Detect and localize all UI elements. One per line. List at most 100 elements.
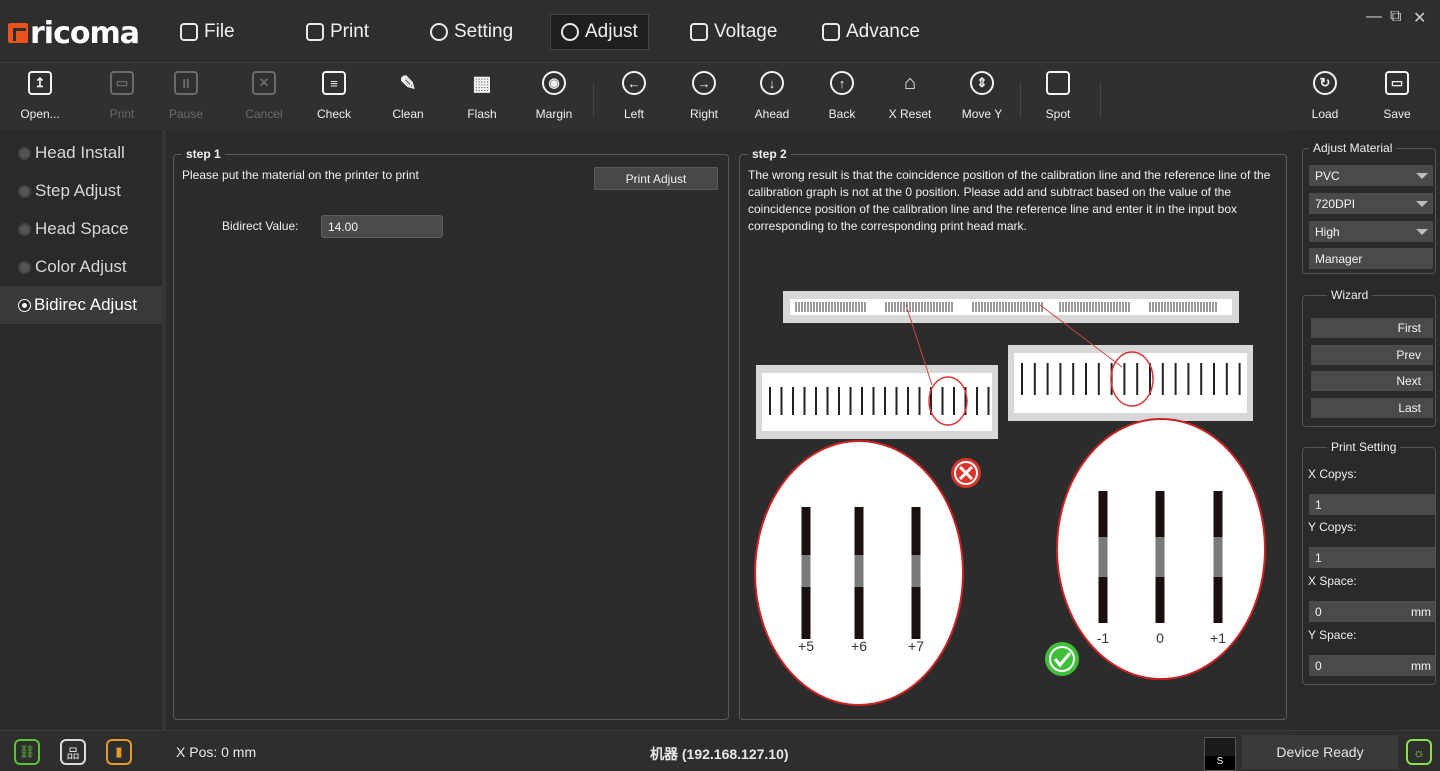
- error-x-icon: [951, 458, 981, 488]
- right-label: Right: [689, 107, 718, 121]
- x-reset-label: X Reset: [888, 107, 932, 121]
- back-button[interactable]: ↑ Back: [814, 71, 870, 129]
- battery-icon: [690, 23, 708, 41]
- flash-grid-icon: ▦: [472, 72, 492, 95]
- menu-voltage[interactable]: Voltage: [690, 14, 777, 50]
- spot-icon: [1046, 71, 1070, 95]
- cancel-button[interactable]: ✕ Cancel: [236, 71, 292, 129]
- manager-button[interactable]: Manager: [1309, 248, 1433, 269]
- y-space-input[interactable]: 0 mm: [1309, 655, 1435, 676]
- nav-step-adjust[interactable]: Step Adjust: [0, 172, 162, 210]
- wrong-label-1: +5: [798, 638, 814, 654]
- resolution-value: 720DPI: [1315, 196, 1356, 211]
- material-select[interactable]: PVC: [1309, 165, 1433, 186]
- left-button[interactable]: ← Left: [606, 71, 662, 129]
- menu-advance[interactable]: Advance: [822, 14, 920, 50]
- manager-label: Manager: [1315, 251, 1363, 266]
- x-copys-input[interactable]: 1: [1309, 494, 1435, 515]
- reload-icon: ↻: [1313, 71, 1337, 95]
- arrow-right-icon: →: [692, 71, 716, 95]
- file-icon: [180, 23, 198, 41]
- menu-setting[interactable]: Setting: [430, 14, 513, 50]
- wizard-last-button[interactable]: Last: [1311, 398, 1433, 418]
- menu-adjust[interactable]: Adjust: [550, 14, 649, 50]
- wizard-prev-button[interactable]: Prev: [1311, 345, 1433, 365]
- material-value: PVC: [1315, 168, 1340, 183]
- clean-label: Clean: [392, 107, 424, 121]
- print-setting-group: Print Setting X Copys: 1 Y Copys: 1 X Sp…: [1302, 440, 1436, 685]
- nav-head-install[interactable]: Head Install: [0, 134, 162, 172]
- flash-label: Flash: [467, 107, 497, 121]
- toolbar-separator: [593, 83, 594, 117]
- spot-button[interactable]: Spot: [1030, 71, 1086, 129]
- nav-head-space[interactable]: Head Space: [0, 210, 162, 248]
- ink-level-label: S: [1205, 756, 1235, 770]
- resolution-select[interactable]: 720DPI: [1309, 193, 1433, 214]
- right-strip-inner: [1014, 353, 1247, 413]
- margin-button[interactable]: ◉ Margin: [524, 71, 584, 129]
- connection-icon[interactable]: ⛓: [14, 739, 40, 765]
- main-content: step 1 Please put the material on the pr…: [166, 130, 1294, 730]
- margin-label: Margin: [535, 107, 573, 121]
- logo-text: ricoma: [30, 15, 140, 51]
- pause-button[interactable]: II Pause: [164, 71, 208, 129]
- nav-bidirec-adjust[interactable]: Bidirec Adjust: [0, 286, 162, 324]
- nav-color-adjust[interactable]: Color Adjust: [0, 248, 162, 286]
- cancel-icon: ✕: [252, 71, 276, 95]
- app-logo: ricoma: [8, 15, 140, 51]
- adjust-material-title: Adjust Material: [1309, 141, 1397, 155]
- wizard-next-button[interactable]: Next: [1311, 371, 1433, 391]
- x-reset-button[interactable]: ⌂ X Reset: [880, 71, 940, 129]
- save-icon: ▭: [1385, 71, 1409, 95]
- move-y-label: Move Y: [961, 107, 1003, 121]
- menu-advance-label: Advance: [846, 21, 920, 42]
- quality-select[interactable]: High: [1309, 221, 1433, 242]
- close-button[interactable]: ✕: [1413, 8, 1426, 28]
- printer-icon: ▭: [110, 71, 134, 95]
- print-setting-title: Print Setting: [1327, 440, 1401, 454]
- step1-instruction: Please put the material on the printer t…: [182, 168, 419, 182]
- home-icon: ⌂: [903, 71, 917, 94]
- menu-file-label: File: [204, 21, 235, 42]
- open-button[interactable]: ↥ Open...: [10, 71, 70, 129]
- y-copys-input[interactable]: 1: [1309, 547, 1435, 568]
- y-copys-label: Y Copys:: [1308, 520, 1357, 534]
- light-bulb-icon[interactable]: ☼: [1406, 739, 1432, 765]
- broom-icon: ✎: [399, 72, 417, 95]
- arrow-up-icon: ↑: [830, 71, 854, 95]
- ahead-label: Ahead: [754, 107, 790, 121]
- check-button[interactable]: ≡ Check: [306, 71, 362, 129]
- arrow-down-icon: ↓: [760, 71, 784, 95]
- menu-file[interactable]: File: [180, 14, 235, 50]
- flash-button[interactable]: ▦ Flash: [454, 71, 510, 129]
- menu-print[interactable]: Print: [306, 14, 369, 50]
- y-copys-value: 1: [1315, 550, 1322, 565]
- chevron-down-icon: [1416, 173, 1428, 179]
- check-report-icon: ≡: [322, 71, 346, 95]
- restore-button[interactable]: ⧉: [1390, 8, 1401, 26]
- clean-button[interactable]: ✎ Clean: [380, 71, 436, 129]
- x-space-unit: mm: [1411, 604, 1431, 619]
- x-space-input[interactable]: 0 mm: [1309, 601, 1435, 622]
- load-button[interactable]: ↻ Load: [1300, 71, 1350, 129]
- print-adjust-button[interactable]: Print Adjust: [594, 167, 718, 190]
- x-space-label: X Space:: [1308, 574, 1357, 588]
- move-y-button[interactable]: ⇕ Move Y: [952, 71, 1012, 129]
- chevron-down-icon: [1416, 229, 1428, 235]
- step2-instructions: The wrong result is that the coincidence…: [748, 168, 1271, 233]
- bidirect-value-label: Bidirect Value:: [222, 219, 299, 233]
- save-label: Save: [1383, 107, 1411, 121]
- print-button[interactable]: ▭ Print: [96, 71, 148, 129]
- x-copys-value: 1: [1315, 497, 1322, 512]
- network-icon[interactable]: 品: [60, 739, 86, 765]
- bidirect-value-input[interactable]: 14.00: [321, 215, 443, 238]
- save-button[interactable]: ▭ Save: [1372, 71, 1422, 129]
- temperature-icon[interactable]: ▮: [106, 739, 132, 765]
- device-status: Device Ready: [1242, 735, 1398, 769]
- minimize-button[interactable]: —: [1366, 8, 1382, 26]
- right-button[interactable]: → Right: [676, 71, 732, 129]
- wizard-first-button[interactable]: First: [1311, 318, 1433, 338]
- ahead-button[interactable]: ↓ Ahead: [744, 71, 800, 129]
- wrong-label-3: +7: [908, 638, 924, 654]
- toolbar-separator: [1100, 83, 1101, 117]
